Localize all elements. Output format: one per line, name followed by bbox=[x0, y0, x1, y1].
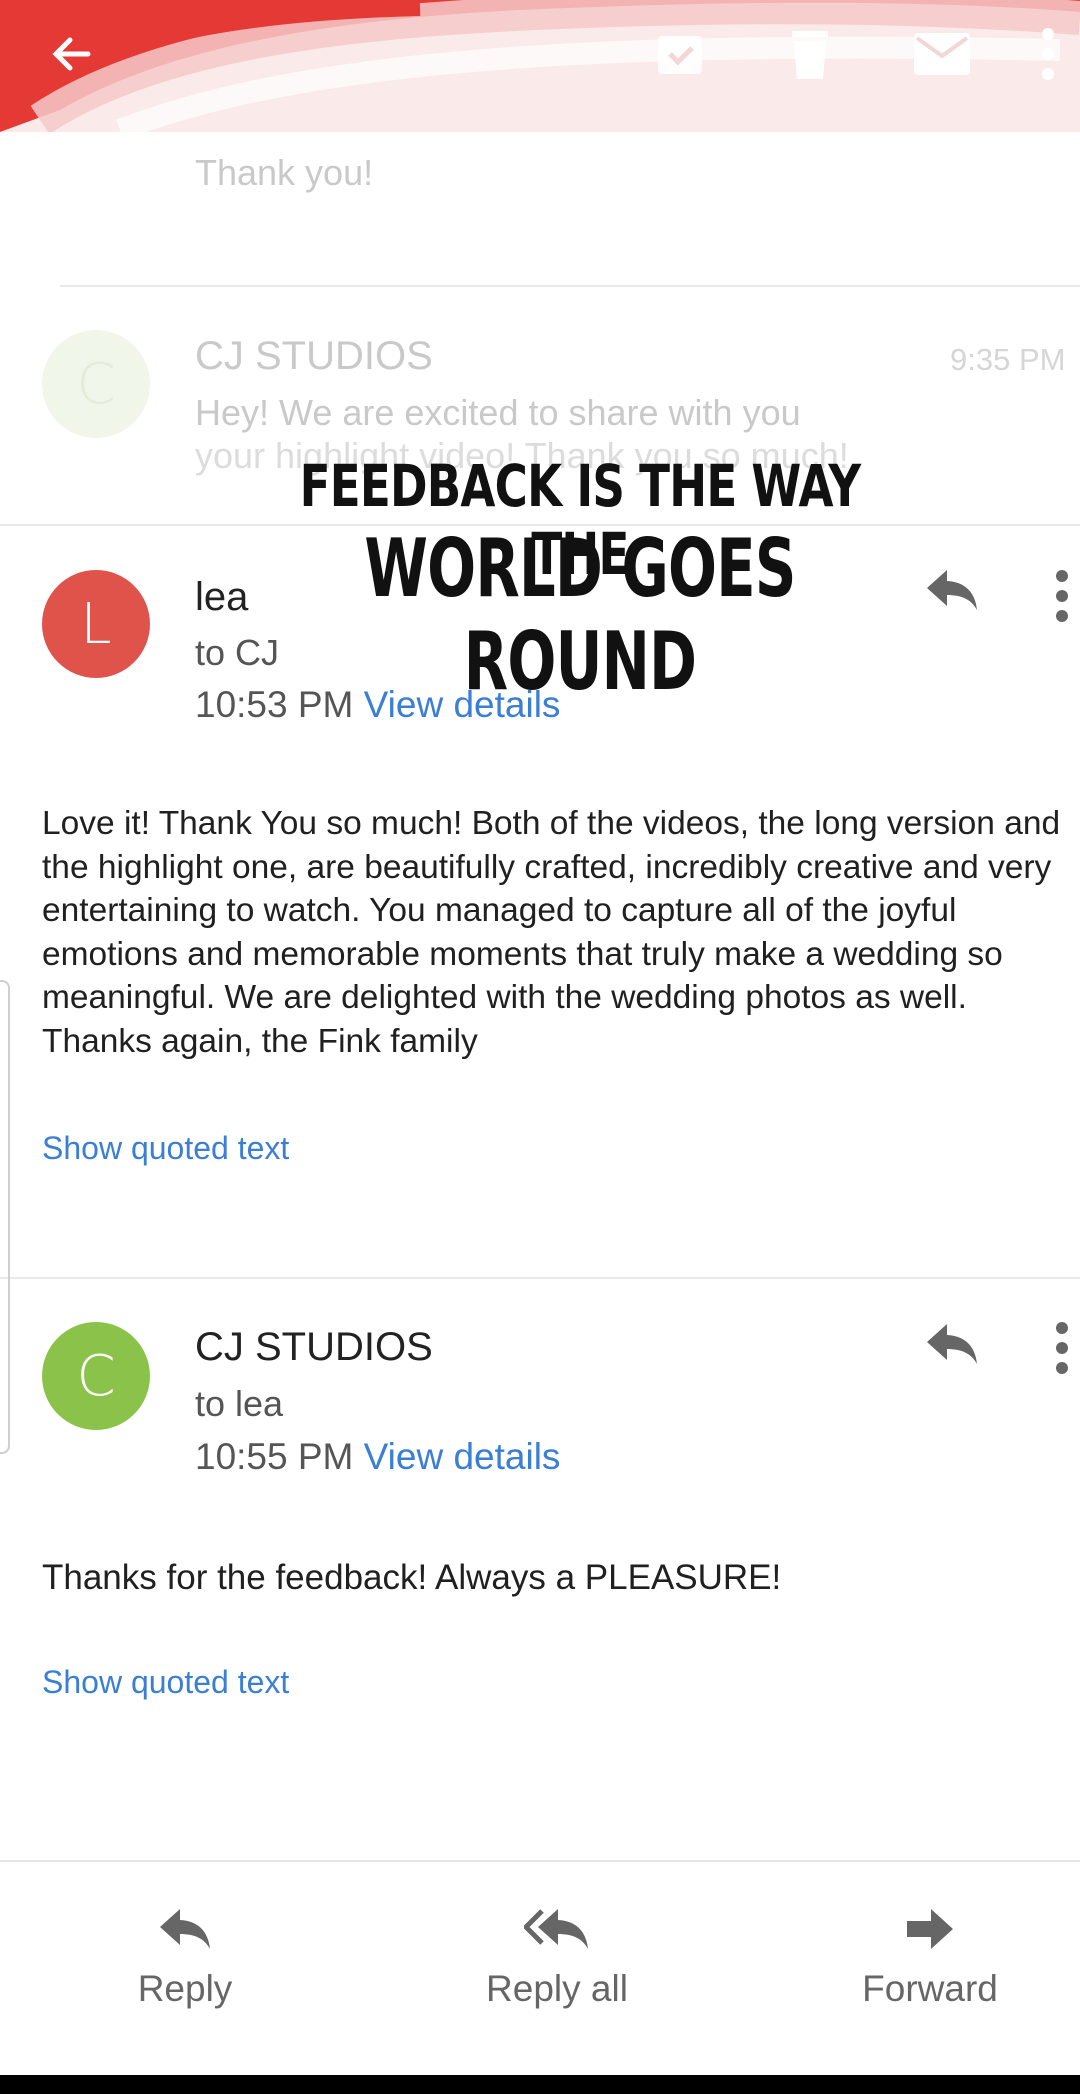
mail-icon[interactable] bbox=[910, 22, 974, 86]
reply-icon bbox=[160, 1909, 210, 1949]
message-overflow-icon[interactable] bbox=[1054, 570, 1070, 622]
reply-button[interactable]: Reply bbox=[55, 1907, 315, 2010]
reply-icon[interactable] bbox=[925, 568, 979, 617]
bottom-action-bar: Reply Reply all Forward bbox=[0, 1860, 1080, 2077]
faded-snippet[interactable]: Thank you! bbox=[195, 152, 373, 194]
sender-avatar[interactable]: C bbox=[42, 1322, 150, 1430]
sender-name: CJ STUDIOS bbox=[195, 1325, 433, 1369]
divider bbox=[60, 285, 1080, 287]
recipient-line: to lea bbox=[195, 1383, 284, 1424]
faded-time: 9:35 PM bbox=[950, 342, 1066, 377]
back-arrow-icon[interactable] bbox=[40, 22, 104, 86]
sender-avatar[interactable]: L bbox=[42, 570, 150, 678]
reply-label: Reply bbox=[137, 1968, 233, 2009]
view-details-link[interactable]: View details bbox=[364, 1436, 561, 1477]
forward-label: Forward bbox=[862, 1968, 998, 2009]
message-body: Love it! Thank You so much! Both of the … bbox=[42, 805, 1061, 1060]
forward-button[interactable]: Forward bbox=[800, 1907, 1060, 2010]
show-quoted-text-link[interactable]: Show quoted text bbox=[42, 1664, 289, 1701]
avatar: C bbox=[42, 330, 150, 438]
show-quoted-text-link[interactable]: Show quoted text bbox=[42, 1130, 289, 1167]
recipient-line: to CJ bbox=[195, 632, 280, 673]
reply-all-icon bbox=[522, 1909, 588, 1949]
system-nav-strip bbox=[0, 2075, 1080, 2094]
message-time-row: 10:55 PM View details bbox=[195, 1436, 560, 1478]
message-time: 10:55 PM bbox=[195, 1436, 354, 1477]
more-icon[interactable] bbox=[1028, 22, 1068, 86]
reply-all-button[interactable]: Reply all bbox=[427, 1907, 687, 2010]
forward-arrow-icon bbox=[907, 1909, 953, 1949]
message-body: Thanks for the feedback! Always a PLEASU… bbox=[42, 1558, 782, 1597]
sender-name: lea bbox=[195, 575, 249, 619]
archive-icon[interactable] bbox=[648, 22, 712, 86]
message-overflow-icon[interactable] bbox=[1054, 1322, 1070, 1374]
faded-sender[interactable]: CJ STUDIOS bbox=[195, 334, 433, 379]
overlay-headline-line2: WORLD GOES ROUND bbox=[364, 522, 796, 708]
divider bbox=[0, 1277, 1080, 1279]
top-app-bar bbox=[0, 0, 1080, 132]
reply-all-label: Reply all bbox=[486, 1968, 628, 2009]
trash-icon[interactable] bbox=[778, 22, 842, 86]
edge-handle[interactable] bbox=[0, 980, 10, 1454]
faded-snippet-line1: Hey! We are excited to share with you bbox=[195, 392, 801, 433]
reply-icon[interactable] bbox=[925, 1322, 979, 1371]
